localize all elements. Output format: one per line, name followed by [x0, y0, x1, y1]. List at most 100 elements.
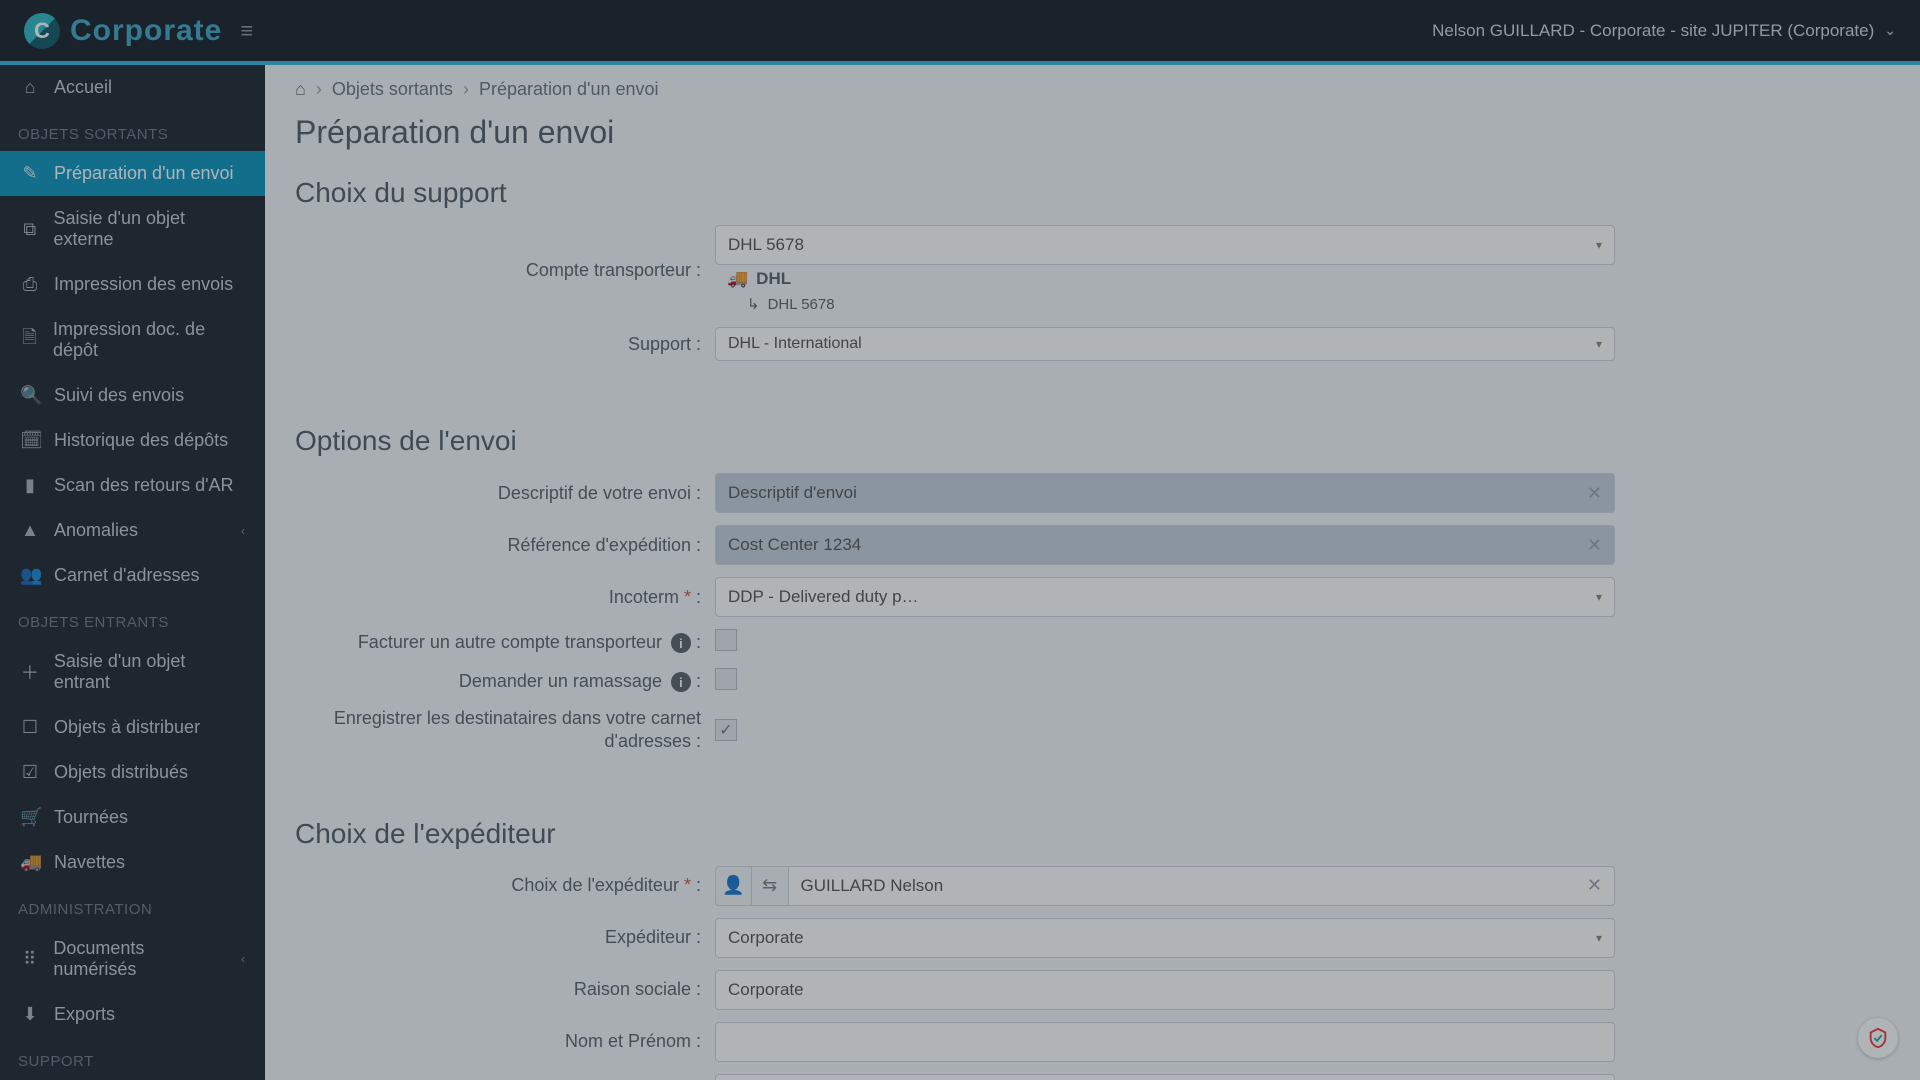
- home-icon: ⌂: [20, 77, 40, 98]
- input-value: Descriptif d'envoi: [728, 483, 857, 503]
- barcode-icon: ▮: [20, 475, 40, 496]
- label-incoterm: Incoterm * :: [295, 587, 715, 608]
- section-support: Choix du support: [265, 159, 1920, 219]
- help-fab[interactable]: [1858, 1018, 1898, 1058]
- swap-button[interactable]: ⇆: [752, 866, 789, 906]
- breadcrumb: ⌂ › Objets sortants › Préparation d'un e…: [265, 65, 1920, 100]
- sidebar-item-tournees[interactable]: 🛒Tournées: [0, 795, 265, 840]
- breadcrumb-l2[interactable]: Préparation d'un envoi: [479, 79, 659, 100]
- sidebar-item-saisie-entrant[interactable]: ＋ Saisie d'un objet entrant: [0, 639, 265, 705]
- input-sender-name[interactable]: GUILLARD Nelson ✕: [789, 866, 1615, 906]
- label-ramassage: Demander un ramassage i :: [295, 671, 715, 693]
- chevron-down-icon: ▾: [1596, 931, 1602, 945]
- home-icon[interactable]: ⌂: [295, 79, 306, 100]
- sidebar-item-label: Carnet d'adresses: [54, 565, 200, 586]
- chevron-left-icon: ‹: [241, 952, 245, 966]
- sidebar-item-label: Impression doc. de dépôt: [53, 319, 245, 361]
- chevron-down-icon: ▾: [1596, 590, 1602, 604]
- clear-icon[interactable]: ✕: [1587, 875, 1602, 896]
- truck-icon: 🚚: [727, 269, 748, 289]
- external-icon: ⧉: [20, 219, 39, 240]
- search-icon: 🔍: [20, 385, 40, 406]
- brand[interactable]: C Corporate: [24, 13, 222, 49]
- input-reference[interactable]: Cost Center 1234 ✕: [715, 525, 1615, 565]
- sidebar-item-preparation[interactable]: ✎Préparation d'un envoi: [0, 151, 265, 196]
- cart-icon: 🛒: [20, 807, 40, 828]
- sidebar-section-admin: ADMINISTRATION: [0, 885, 265, 926]
- input-value: GUILLARD Nelson: [801, 876, 944, 896]
- sidebar: ⌂Accueil OBJETS SORTANTS ✎Préparation d'…: [0, 65, 265, 1080]
- sidebar-item-documents[interactable]: ⠿Documents numérisés‹: [0, 926, 265, 992]
- chevron-down-icon: ⌄: [1884, 22, 1896, 39]
- checkbox-ramassage[interactable]: [715, 668, 737, 690]
- sidebar-item-impression-depot[interactable]: 🗎 Impression doc. de dépôt: [0, 307, 265, 373]
- section-sender: Choix de l'expéditeur: [265, 800, 1920, 860]
- sidebar-item-label: Suivi des envois: [54, 385, 184, 406]
- sidebar-item-navettes[interactable]: 🚚Navettes: [0, 840, 265, 885]
- user-label: Nelson GUILLARD - Corporate - site JUPIT…: [1432, 21, 1874, 41]
- select-expediteur[interactable]: Corporate ▾: [715, 918, 1615, 958]
- warning-icon: ▲: [20, 520, 40, 541]
- select-value: Corporate: [728, 928, 804, 948]
- sidebar-item-scan-ar[interactable]: ▮Scan des retours d'AR: [0, 463, 265, 508]
- sidebar-item-label: Accueil: [54, 77, 112, 98]
- breadcrumb-l1[interactable]: Objets sortants: [332, 79, 453, 100]
- select-compte-transporteur[interactable]: DHL 5678▾: [715, 225, 1615, 265]
- doc-icon: 🗎: [20, 325, 39, 355]
- menu-toggle-icon[interactable]: ≡: [240, 18, 253, 44]
- label-carnet: Enregistrer les destinataires dans votre…: [295, 707, 715, 754]
- help-icon: [1867, 1027, 1889, 1049]
- input-complement[interactable]: [715, 1074, 1615, 1080]
- input-raison[interactable]: Corporate: [715, 970, 1615, 1010]
- checkbox-facturer[interactable]: [715, 629, 737, 651]
- sidebar-item-label: Documents numérisés: [53, 938, 227, 980]
- select-value: DHL - International: [728, 335, 862, 353]
- clear-icon[interactable]: ✕: [1587, 535, 1602, 556]
- sidebar-section-entrants: OBJETS ENTRANTS: [0, 598, 265, 639]
- select-incoterm[interactable]: DDP - Delivered duty p…▾: [715, 577, 1615, 617]
- input-value: Cost Center 1234: [728, 535, 861, 555]
- chevron-down-icon: ▾: [1596, 337, 1602, 351]
- label-compte: Compte transporteur :: [295, 260, 715, 281]
- input-descriptif[interactable]: Descriptif d'envoi ✕: [715, 473, 1615, 513]
- page-title: Préparation d'un envoi: [265, 100, 1920, 159]
- sidebar-item-suivi[interactable]: 🔍 Suivi des envois: [0, 373, 265, 418]
- sidebar-item-label: Exports: [54, 1004, 115, 1025]
- sidebar-item-carnet[interactable]: 👥Carnet d'adresses: [0, 553, 265, 598]
- branch-icon: ↳: [747, 295, 760, 313]
- sidebar-item-label: Impression des envois: [54, 274, 233, 295]
- input-value: Corporate: [728, 980, 804, 1000]
- chevron-left-icon: ‹: [241, 524, 245, 538]
- truck-icon: 🚚: [20, 852, 40, 873]
- sidebar-item-historique[interactable]: 🗓Historique des dépôts: [0, 418, 265, 463]
- sidebar-item-home[interactable]: ⌂ Accueil: [0, 65, 265, 110]
- sidebar-item-label: Saisie d'un objet entrant: [54, 651, 245, 693]
- select-value: DHL 5678: [728, 235, 804, 255]
- brand-logo: C: [24, 13, 60, 49]
- sidebar-item-saisie-externe[interactable]: ⧉ Saisie d'un objet externe: [0, 196, 265, 262]
- label-expediteur: Expéditeur :: [295, 927, 715, 948]
- sidebar-item-distribues[interactable]: ☑Objets distribués: [0, 750, 265, 795]
- plus-icon: ＋: [20, 659, 40, 685]
- user-menu[interactable]: Nelson GUILLARD - Corporate - site JUPIT…: [1432, 21, 1896, 41]
- topbar: C Corporate ≡ Nelson GUILLARD - Corporat…: [0, 0, 1920, 65]
- sidebar-item-label: Historique des dépôts: [54, 430, 228, 451]
- info-icon[interactable]: i: [671, 672, 691, 692]
- check-icon: ☑: [20, 762, 40, 783]
- user-picker-button[interactable]: 👤: [715, 866, 752, 906]
- sidebar-item-impression-envois[interactable]: ⎙ Impression des envois: [0, 262, 265, 307]
- select-support[interactable]: DHL - International ▾: [715, 327, 1615, 361]
- checkbox-carnet[interactable]: [715, 719, 737, 741]
- sidebar-item-label: Objets à distribuer: [54, 717, 200, 738]
- sidebar-item-anomalies[interactable]: ▲ Anomalies ‹: [0, 508, 265, 553]
- label-choix-expediteur: Choix de l'expéditeur * :: [295, 875, 715, 896]
- sidebar-item-label: Anomalies: [54, 520, 138, 541]
- input-nomprenom[interactable]: [715, 1022, 1615, 1062]
- print-icon: ⎙: [20, 274, 40, 295]
- download-icon: ⬇: [20, 1004, 40, 1025]
- sidebar-item-label: Saisie d'un objet externe: [53, 208, 245, 250]
- clear-icon[interactable]: ✕: [1587, 483, 1602, 504]
- sidebar-item-distribuer[interactable]: ☐Objets à distribuer: [0, 705, 265, 750]
- info-icon[interactable]: i: [671, 633, 691, 653]
- sidebar-item-exports[interactable]: ⬇ Exports: [0, 992, 265, 1037]
